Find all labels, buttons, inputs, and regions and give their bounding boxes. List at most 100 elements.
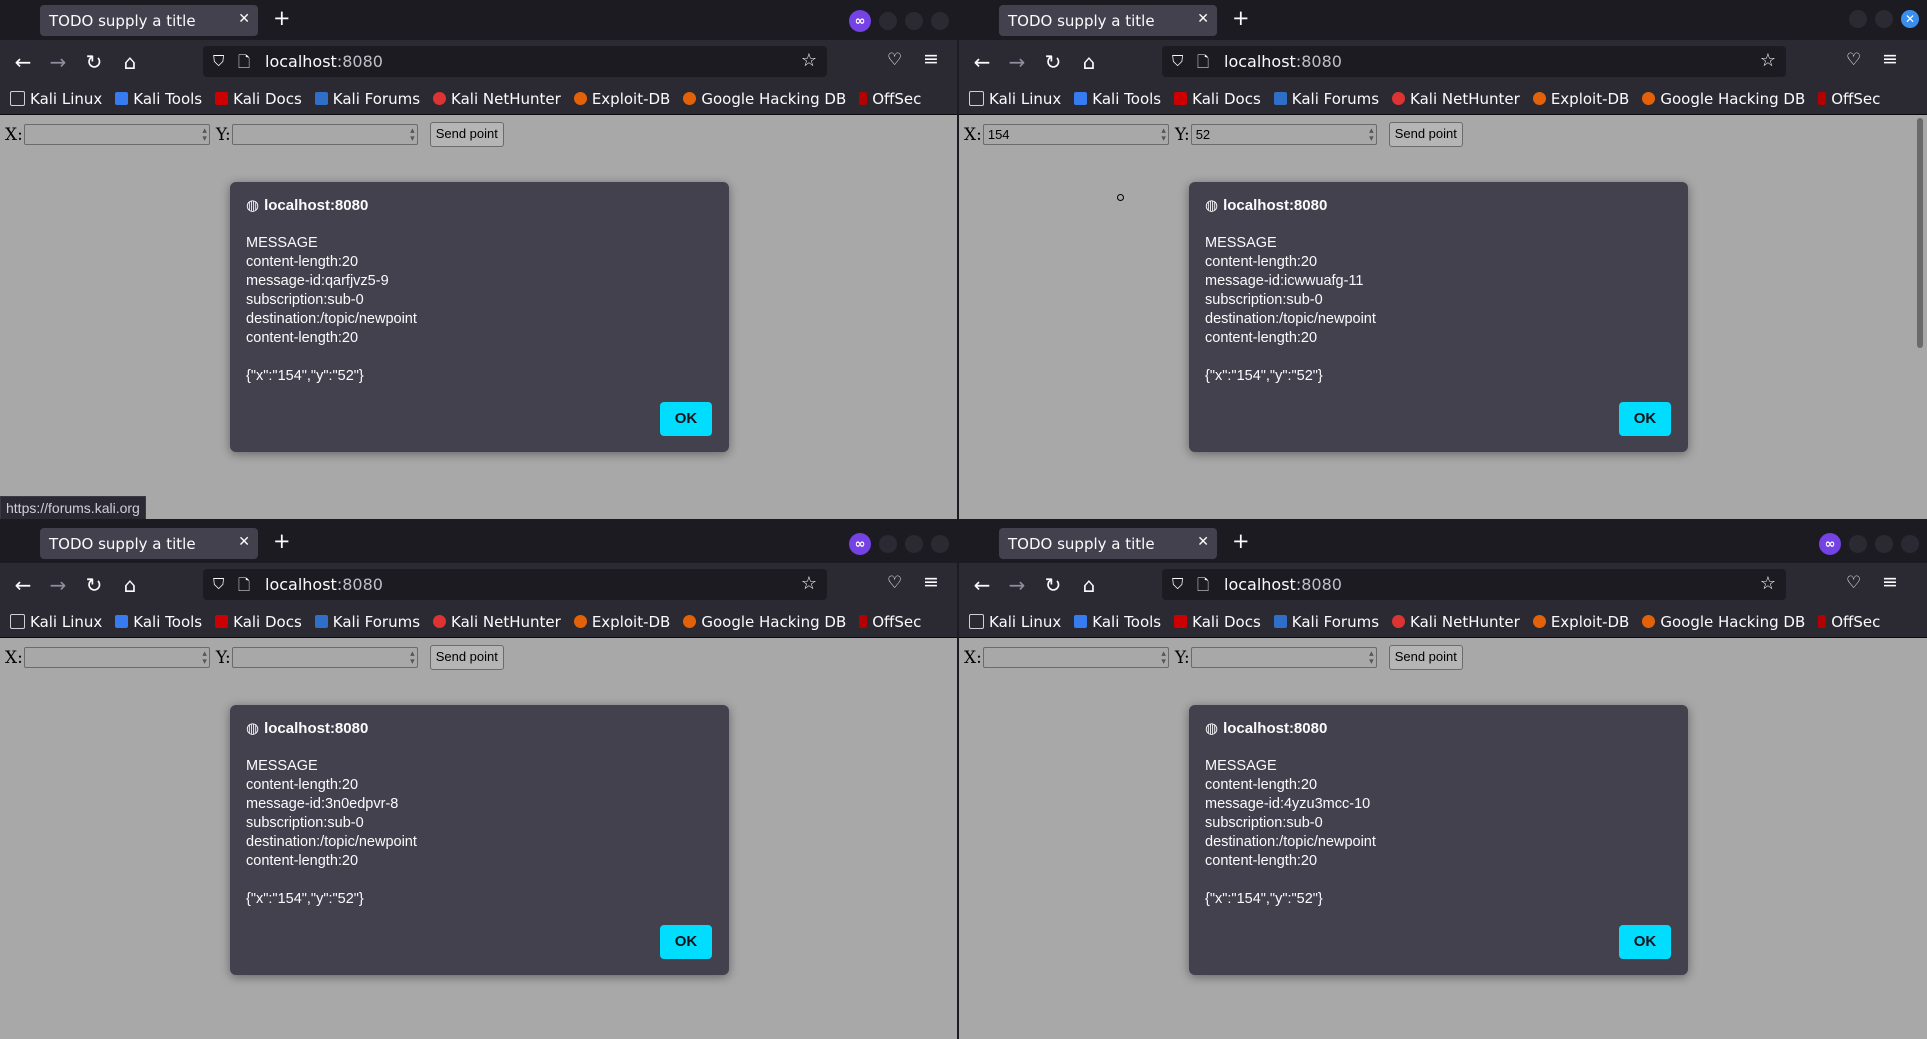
url-bar[interactable]: ⛉ 🗋 localhost:8080 ☆ <box>1162 46 1786 77</box>
bookmark-kali-linux[interactable]: Kali Linux <box>10 613 102 631</box>
send-point-button[interactable]: Send point <box>1388 122 1463 147</box>
close-window-button[interactable]: ✕ <box>1901 10 1919 28</box>
tab-close-icon[interactable]: ✕ <box>1197 534 1209 550</box>
shield-icon[interactable]: ⛉ <box>213 575 224 593</box>
x-input[interactable]: 154 ▴ ▾ <box>982 124 1169 145</box>
back-icon[interactable]: ← <box>10 49 36 75</box>
maximize-button[interactable] <box>905 12 923 30</box>
shield-icon[interactable]: ⛉ <box>213 52 224 70</box>
y-input[interactable]: ▴ ▾ <box>231 124 418 145</box>
bookmark-offsec[interactable]: OffSec <box>1818 613 1880 631</box>
bookmark-kali-forums[interactable]: Kali Forums <box>1273 90 1379 108</box>
new-tab-button[interactable]: + <box>273 6 291 30</box>
bookmark-kali-docs[interactable]: Kali Docs <box>1174 90 1261 108</box>
new-tab-button[interactable]: + <box>273 529 291 553</box>
maximize-button[interactable] <box>1875 535 1893 553</box>
back-icon[interactable]: ← <box>969 572 995 598</box>
bookmark-kali-nethunter[interactable]: Kali NetHunter <box>1392 613 1520 631</box>
bookmark-kali-tools[interactable]: Kali Tools <box>115 613 202 631</box>
close-window-button[interactable] <box>931 535 949 553</box>
hamburger-menu-icon[interactable]: ≡ <box>923 48 939 70</box>
y-input[interactable]: ▴ ▾ <box>1190 647 1377 668</box>
y-input[interactable]: 52 ▴ ▾ <box>1190 124 1377 145</box>
bookmark-kali-docs[interactable]: Kali Docs <box>1174 613 1261 631</box>
bookmark-offsec[interactable]: OffSec <box>1818 90 1880 108</box>
close-window-button[interactable] <box>931 12 949 30</box>
url-bar[interactable]: ⛉ 🗋 localhost:8080 ☆ <box>1162 569 1786 600</box>
bookmark-kali-linux[interactable]: Kali Linux <box>969 613 1061 631</box>
tab-close-icon[interactable]: ✕ <box>238 11 250 27</box>
ok-button[interactable]: OK <box>660 402 712 436</box>
bookmark-kali-nethunter[interactable]: Kali NetHunter <box>1392 90 1520 108</box>
x-spinner-icon[interactable]: ▴ ▾ <box>1161 649 1166 666</box>
home-icon[interactable]: ⌂ <box>1076 572 1102 598</box>
send-point-button[interactable]: Send point <box>1388 645 1463 670</box>
y-input[interactable]: ▴ ▾ <box>231 647 418 668</box>
url-bar[interactable]: ⛉ 🗋 localhost:8080 ☆ <box>203 569 827 600</box>
tab-active[interactable]: TODO supply a title ✕ <box>999 5 1217 36</box>
forward-icon[interactable]: → <box>1004 572 1030 598</box>
home-icon[interactable]: ⌂ <box>1076 49 1102 75</box>
new-tab-button[interactable]: + <box>1232 529 1250 553</box>
back-icon[interactable]: ← <box>969 49 995 75</box>
bookmark-kali-forums[interactable]: Kali Forums <box>314 90 420 108</box>
bookmark-google-hacking-db[interactable]: Google Hacking DB <box>1642 613 1805 631</box>
bookmark-kali-docs[interactable]: Kali Docs <box>215 90 302 108</box>
bookmark-kali-linux[interactable]: Kali Linux <box>969 90 1061 108</box>
star-icon[interactable]: ☆ <box>801 573 817 594</box>
ok-button[interactable]: OK <box>660 925 712 959</box>
reload-icon[interactable]: ↻ <box>1040 572 1066 598</box>
close-window-button[interactable] <box>1901 535 1919 553</box>
bookmark-exploit-db[interactable]: Exploit-DB <box>573 90 670 108</box>
shield-icon[interactable]: ⛉ <box>1172 52 1183 70</box>
bookmark-google-hacking-db[interactable]: Google Hacking DB <box>1642 90 1805 108</box>
y-spinner-icon[interactable]: ▴ ▾ <box>410 649 415 666</box>
hamburger-menu-icon[interactable]: ≡ <box>923 571 939 593</box>
maximize-button[interactable] <box>1875 10 1893 28</box>
bookmark-google-hacking-db[interactable]: Google Hacking DB <box>683 613 846 631</box>
bookmark-kali-tools[interactable]: Kali Tools <box>115 90 202 108</box>
pocket-icon[interactable]: ♡ <box>887 50 902 70</box>
bookmark-kali-forums[interactable]: Kali Forums <box>314 613 420 631</box>
bookmark-google-hacking-db[interactable]: Google Hacking DB <box>683 90 846 108</box>
bookmark-kali-docs[interactable]: Kali Docs <box>215 613 302 631</box>
star-icon[interactable]: ☆ <box>801 50 817 71</box>
minimize-button[interactable] <box>1849 10 1867 28</box>
maximize-button[interactable] <box>905 535 923 553</box>
y-spinner-icon[interactable]: ▴ ▾ <box>410 126 415 143</box>
pocket-icon[interactable]: ♡ <box>1846 50 1861 70</box>
tab-active[interactable]: TODO supply a title ✕ <box>999 528 1217 559</box>
bookmark-kali-nethunter[interactable]: Kali NetHunter <box>433 613 561 631</box>
minimize-button[interactable] <box>879 535 897 553</box>
send-point-button[interactable]: Send point <box>429 645 504 670</box>
forward-icon[interactable]: → <box>45 572 71 598</box>
home-icon[interactable]: ⌂ <box>117 572 143 598</box>
tab-close-icon[interactable]: ✕ <box>1197 11 1209 27</box>
star-icon[interactable]: ☆ <box>1760 573 1776 594</box>
x-input[interactable]: ▴ ▾ <box>23 647 210 668</box>
x-spinner-icon[interactable]: ▴ ▾ <box>202 126 207 143</box>
ok-button[interactable]: OK <box>1619 402 1671 436</box>
hamburger-menu-icon[interactable]: ≡ <box>1882 48 1898 70</box>
new-tab-button[interactable]: + <box>1232 6 1250 30</box>
hamburger-menu-icon[interactable]: ≡ <box>1882 571 1898 593</box>
send-point-button[interactable]: Send point <box>429 122 504 147</box>
y-spinner-icon[interactable]: ▴ ▾ <box>1369 649 1374 666</box>
bookmark-offsec[interactable]: OffSec <box>859 613 921 631</box>
forward-icon[interactable]: → <box>1004 49 1030 75</box>
tab-close-icon[interactable]: ✕ <box>238 534 250 550</box>
home-icon[interactable]: ⌂ <box>117 49 143 75</box>
bookmark-exploit-db[interactable]: Exploit-DB <box>1532 613 1629 631</box>
vertical-scrollbar[interactable] <box>1917 118 1923 348</box>
bookmark-exploit-db[interactable]: Exploit-DB <box>573 613 670 631</box>
ok-button[interactable]: OK <box>1619 925 1671 959</box>
forward-icon[interactable]: → <box>45 49 71 75</box>
bookmark-kali-nethunter[interactable]: Kali NetHunter <box>433 90 561 108</box>
bookmark-kali-forums[interactable]: Kali Forums <box>1273 613 1379 631</box>
tab-active[interactable]: TODO supply a title ✕ <box>40 528 258 559</box>
reload-icon[interactable]: ↻ <box>81 49 107 75</box>
bookmark-offsec[interactable]: OffSec <box>859 90 921 108</box>
star-icon[interactable]: ☆ <box>1760 50 1776 71</box>
pocket-icon[interactable]: ♡ <box>887 573 902 593</box>
minimize-button[interactable] <box>1849 535 1867 553</box>
